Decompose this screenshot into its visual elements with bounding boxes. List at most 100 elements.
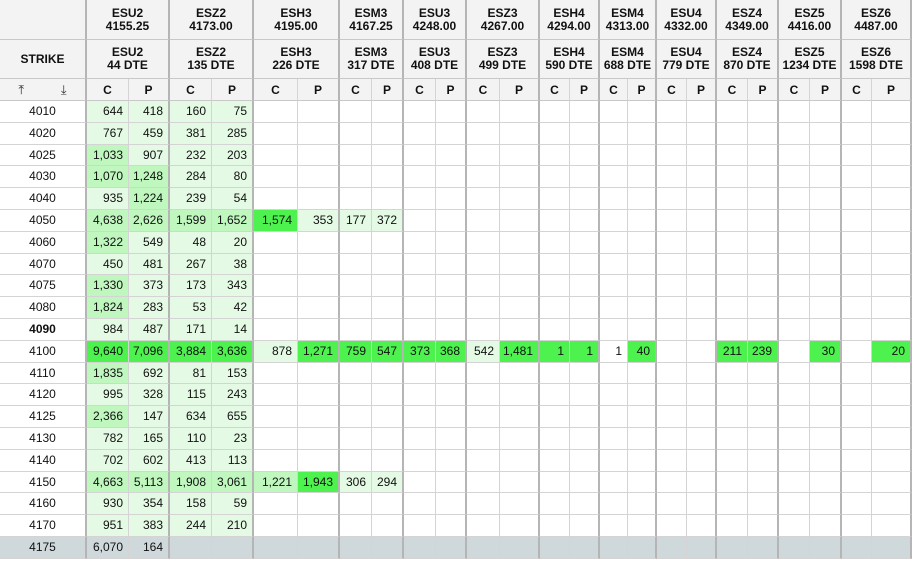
call-oi-cell[interactable]: 267 bbox=[170, 254, 212, 275]
call-oi-cell[interactable] bbox=[340, 297, 372, 319]
call-oi-cell[interactable] bbox=[340, 537, 372, 559]
put-oi-cell[interactable] bbox=[628, 275, 657, 297]
call-oi-cell[interactable] bbox=[600, 515, 628, 537]
call-oi-cell[interactable]: 634 bbox=[170, 406, 212, 428]
call-oi-cell[interactable] bbox=[540, 450, 570, 472]
call-oi-cell[interactable] bbox=[540, 363, 570, 384]
call-oi-cell[interactable] bbox=[717, 450, 748, 472]
strike-cell[interactable]: 4070 bbox=[0, 254, 87, 275]
put-oi-cell[interactable] bbox=[500, 232, 540, 254]
put-column-header[interactable]: P bbox=[129, 79, 170, 101]
expiry-header[interactable]: ESZ2 4173.00 bbox=[170, 0, 254, 40]
put-oi-cell[interactable] bbox=[372, 145, 404, 166]
put-oi-cell[interactable] bbox=[372, 101, 404, 123]
strike-cell[interactable]: 4175 bbox=[0, 537, 87, 559]
call-oi-cell[interactable] bbox=[779, 166, 810, 188]
put-oi-cell[interactable] bbox=[748, 493, 779, 515]
expiry-header[interactable]: ESM3 4167.25 bbox=[340, 0, 404, 40]
call-oi-cell[interactable] bbox=[404, 123, 436, 145]
strike-cell[interactable]: 4140 bbox=[0, 450, 87, 472]
put-oi-cell[interactable] bbox=[628, 145, 657, 166]
call-oi-cell[interactable] bbox=[404, 188, 436, 210]
put-oi-cell[interactable] bbox=[570, 384, 600, 406]
strike-cell[interactable]: 4020 bbox=[0, 123, 87, 145]
call-oi-cell[interactable]: 1,835 bbox=[87, 363, 129, 384]
call-oi-cell[interactable] bbox=[404, 254, 436, 275]
expiry-dte-header[interactable]: ESZ3 499 DTE bbox=[467, 40, 540, 79]
call-oi-cell[interactable] bbox=[404, 428, 436, 450]
call-oi-cell[interactable] bbox=[254, 363, 298, 384]
call-oi-cell[interactable] bbox=[717, 145, 748, 166]
put-oi-cell[interactable] bbox=[687, 166, 717, 188]
put-oi-cell[interactable] bbox=[748, 166, 779, 188]
put-oi-cell[interactable] bbox=[748, 319, 779, 341]
call-oi-cell[interactable] bbox=[340, 188, 372, 210]
put-oi-cell[interactable] bbox=[436, 188, 467, 210]
call-oi-cell[interactable] bbox=[540, 188, 570, 210]
call-oi-cell[interactable]: 930 bbox=[87, 493, 129, 515]
call-oi-cell[interactable] bbox=[340, 406, 372, 428]
call-oi-cell[interactable] bbox=[779, 275, 810, 297]
put-oi-cell[interactable] bbox=[570, 406, 600, 428]
put-column-header[interactable]: P bbox=[628, 79, 657, 101]
call-oi-cell[interactable] bbox=[600, 254, 628, 275]
call-oi-cell[interactable] bbox=[657, 472, 687, 493]
put-oi-cell[interactable]: 2,626 bbox=[129, 210, 170, 232]
put-oi-cell[interactable] bbox=[872, 493, 912, 515]
put-oi-cell[interactable] bbox=[872, 210, 912, 232]
call-oi-cell[interactable]: 6,070 bbox=[87, 537, 129, 559]
call-oi-cell[interactable]: 450 bbox=[87, 254, 129, 275]
call-oi-cell[interactable] bbox=[467, 101, 500, 123]
put-oi-cell[interactable]: 328 bbox=[129, 384, 170, 406]
put-oi-cell[interactable]: 692 bbox=[129, 363, 170, 384]
put-oi-cell[interactable] bbox=[372, 428, 404, 450]
put-oi-cell[interactable]: 1,248 bbox=[129, 166, 170, 188]
call-oi-cell[interactable] bbox=[657, 537, 687, 559]
call-oi-cell[interactable] bbox=[779, 515, 810, 537]
call-oi-cell[interactable] bbox=[170, 537, 212, 559]
call-oi-cell[interactable] bbox=[467, 188, 500, 210]
put-oi-cell[interactable] bbox=[872, 254, 912, 275]
call-oi-cell[interactable] bbox=[340, 428, 372, 450]
call-oi-cell[interactable]: 413 bbox=[170, 450, 212, 472]
call-oi-cell[interactable] bbox=[779, 406, 810, 428]
put-oi-cell[interactable] bbox=[628, 210, 657, 232]
call-oi-cell[interactable] bbox=[540, 101, 570, 123]
put-oi-cell[interactable] bbox=[570, 297, 600, 319]
put-oi-cell[interactable] bbox=[298, 254, 340, 275]
call-oi-cell[interactable] bbox=[842, 188, 872, 210]
call-oi-cell[interactable] bbox=[717, 428, 748, 450]
call-oi-cell[interactable] bbox=[657, 493, 687, 515]
call-oi-cell[interactable] bbox=[467, 406, 500, 428]
put-oi-cell[interactable] bbox=[628, 450, 657, 472]
put-oi-cell[interactable] bbox=[436, 384, 467, 406]
call-oi-cell[interactable] bbox=[254, 254, 298, 275]
strike-cell[interactable]: 4080 bbox=[0, 297, 87, 319]
strike-cell[interactable]: 4110 bbox=[0, 363, 87, 384]
call-oi-cell[interactable] bbox=[467, 428, 500, 450]
call-oi-cell[interactable] bbox=[842, 493, 872, 515]
put-oi-cell[interactable] bbox=[298, 428, 340, 450]
call-oi-cell[interactable]: 702 bbox=[87, 450, 129, 472]
put-oi-cell[interactable] bbox=[436, 166, 467, 188]
strike-cell[interactable]: 4125 bbox=[0, 406, 87, 428]
put-oi-cell[interactable] bbox=[872, 166, 912, 188]
call-oi-cell[interactable] bbox=[842, 363, 872, 384]
call-column-header[interactable]: C bbox=[842, 79, 872, 101]
put-oi-cell[interactable] bbox=[748, 188, 779, 210]
put-oi-cell[interactable] bbox=[810, 166, 842, 188]
put-oi-cell[interactable] bbox=[687, 341, 717, 363]
put-oi-cell[interactable] bbox=[500, 450, 540, 472]
put-oi-cell[interactable] bbox=[436, 406, 467, 428]
put-oi-cell[interactable] bbox=[687, 515, 717, 537]
call-oi-cell[interactable] bbox=[842, 450, 872, 472]
call-oi-cell[interactable] bbox=[540, 406, 570, 428]
call-oi-cell[interactable] bbox=[600, 428, 628, 450]
strike-cell[interactable]: 4170 bbox=[0, 515, 87, 537]
put-oi-cell[interactable] bbox=[372, 384, 404, 406]
call-oi-cell[interactable] bbox=[467, 472, 500, 493]
call-oi-cell[interactable] bbox=[842, 537, 872, 559]
put-oi-cell[interactable] bbox=[748, 275, 779, 297]
put-oi-cell[interactable] bbox=[748, 145, 779, 166]
call-oi-cell[interactable] bbox=[404, 384, 436, 406]
